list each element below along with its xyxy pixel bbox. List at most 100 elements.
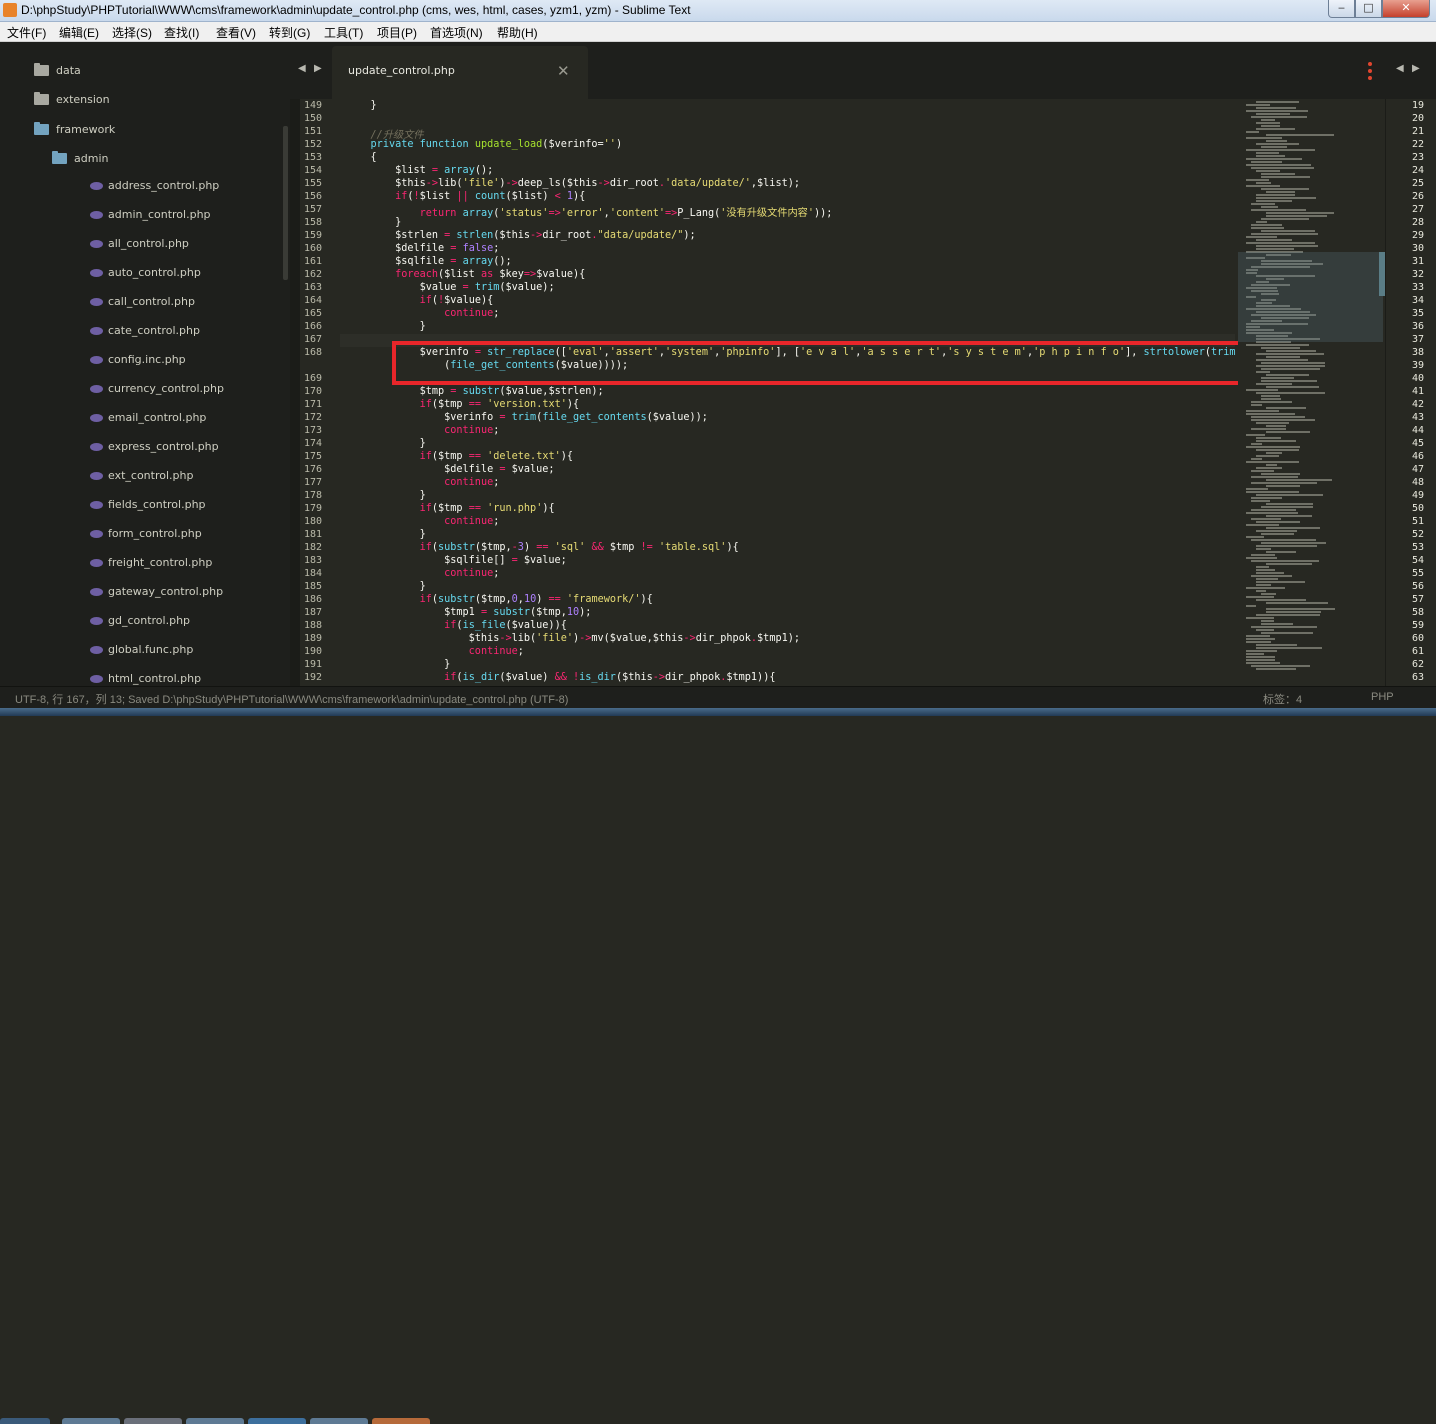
start-button[interactable] (0, 1418, 50, 1424)
line-number: 42 (1411, 399, 1424, 410)
minimap-line (1261, 623, 1293, 625)
minimap-line (1251, 404, 1262, 406)
file-label: cate_control.php (108, 324, 200, 337)
line-number: 37 (1411, 334, 1424, 345)
pane2-next-icon[interactable]: ▶ (1412, 63, 1420, 74)
file-label: express_control.php (108, 440, 219, 453)
line-number: 55 (1411, 568, 1424, 579)
maximize-button[interactable]: □ (1355, 0, 1382, 18)
minimap-line (1266, 602, 1328, 604)
minimap-line (1246, 344, 1309, 346)
line-number: 52 (1411, 529, 1424, 540)
menu-preferences[interactable]: 首选项(N) (430, 24, 483, 41)
code-line: continue; (444, 425, 500, 436)
file-label: global.func.php (108, 643, 194, 656)
minimap-line (1261, 593, 1276, 595)
minimap-line (1246, 164, 1311, 166)
minimap[interactable] (1238, 99, 1383, 686)
taskbar-item[interactable] (62, 1418, 120, 1424)
file-label: ext_control.php (108, 469, 194, 482)
menu-tools[interactable]: 工具(T) (324, 24, 363, 41)
code-line: } (346, 581, 426, 592)
menu-view[interactable]: 查看(V) (216, 24, 256, 41)
line-number: 26 (1411, 191, 1424, 202)
file-label: admin_control.php (108, 208, 211, 221)
minimap-line (1261, 473, 1300, 475)
more-options-icon[interactable] (1368, 62, 1372, 80)
code-line: $delfile = $value; (346, 464, 555, 475)
code-line: continue; (444, 477, 500, 488)
sidebar-scrollbar[interactable] (283, 126, 288, 280)
tab-prev-icon[interactable]: ◀ (298, 63, 306, 74)
line-number: 172 (303, 412, 322, 423)
folder-icon (34, 63, 49, 76)
minimap-line (1256, 548, 1271, 550)
tab-next-icon[interactable]: ▶ (314, 63, 322, 74)
minimap-line (1266, 503, 1313, 505)
close-button[interactable]: ✕ (1382, 0, 1430, 18)
menu-goto[interactable]: 转到(G) (269, 24, 310, 41)
minimize-button[interactable]: ‒ (1328, 0, 1355, 18)
line-number: 161 (303, 256, 322, 267)
minimap-line (1256, 578, 1278, 580)
minimap-line (1246, 158, 1302, 160)
minimap-line (1246, 110, 1308, 112)
php-file-icon (90, 501, 103, 509)
minimap-line (1246, 659, 1275, 661)
close-icon[interactable]: ✕ (557, 62, 570, 80)
minimap-line (1256, 152, 1279, 154)
minimap-line (1256, 170, 1280, 172)
menu-help[interactable]: 帮助(H) (497, 24, 538, 41)
code-line: if($tmp == 'delete.txt'){ (419, 451, 574, 462)
minimap-line (1256, 449, 1299, 451)
line-number: 27 (1411, 204, 1424, 215)
taskbar-item[interactable] (124, 1418, 182, 1424)
line-number: 179 (303, 503, 322, 514)
code-line: } (346, 659, 451, 670)
menu-selection[interactable]: 选择(S) (112, 24, 152, 41)
php-file-icon (90, 385, 103, 393)
taskbar-item[interactable] (248, 1418, 306, 1424)
file-label: fields_control.php (108, 498, 206, 511)
minimap-line (1266, 374, 1309, 376)
minimap-line (1246, 137, 1282, 139)
line-number: 38 (1411, 347, 1424, 358)
minimap-line (1256, 128, 1295, 130)
minimap-line (1256, 590, 1266, 592)
status-syntax[interactable]: PHP (1371, 691, 1394, 703)
minimap-line (1251, 476, 1298, 478)
line-number: 173 (303, 425, 322, 436)
line-number: 45 (1411, 438, 1424, 449)
minimap-line (1256, 194, 1295, 196)
minimap-viewport[interactable] (1238, 252, 1383, 342)
code-line: if(is_file($value)){ (444, 620, 567, 631)
minimap-line (1261, 377, 1294, 379)
file-label: address_control.php (108, 179, 220, 192)
menu-edit[interactable]: 编辑(E) (59, 24, 99, 41)
line-number: 175 (303, 451, 322, 462)
pane2-prev-icon[interactable]: ◀ (1396, 63, 1404, 74)
line-number: 189 (303, 633, 322, 644)
minimap-line (1251, 167, 1314, 169)
minimap-line (1256, 422, 1289, 424)
line-number: 186 (303, 594, 322, 605)
menu-project[interactable]: 项目(P) (377, 24, 417, 41)
code-line: } (346, 321, 426, 332)
taskbar-item[interactable] (372, 1418, 430, 1424)
minimap-line (1261, 395, 1280, 397)
code-line: } (346, 490, 426, 501)
minimap-line (1256, 155, 1285, 157)
php-file-icon (90, 472, 103, 480)
line-number: 43 (1411, 412, 1424, 423)
menu-find[interactable]: 查找(I) (164, 24, 199, 41)
file-label: config.inc.php (108, 353, 186, 366)
php-file-icon (90, 443, 103, 451)
taskbar-item[interactable] (186, 1418, 244, 1424)
minimap-line (1246, 488, 1268, 490)
code-line: $tmp = substr($value,$strlen); (346, 386, 604, 397)
taskbar-item[interactable] (310, 1418, 368, 1424)
code-line: continue; (444, 568, 500, 579)
status-tab-size[interactable]: 标签：4 (1263, 691, 1302, 707)
line-number: 40 (1411, 373, 1424, 384)
menu-file[interactable]: 文件(F) (7, 24, 46, 41)
